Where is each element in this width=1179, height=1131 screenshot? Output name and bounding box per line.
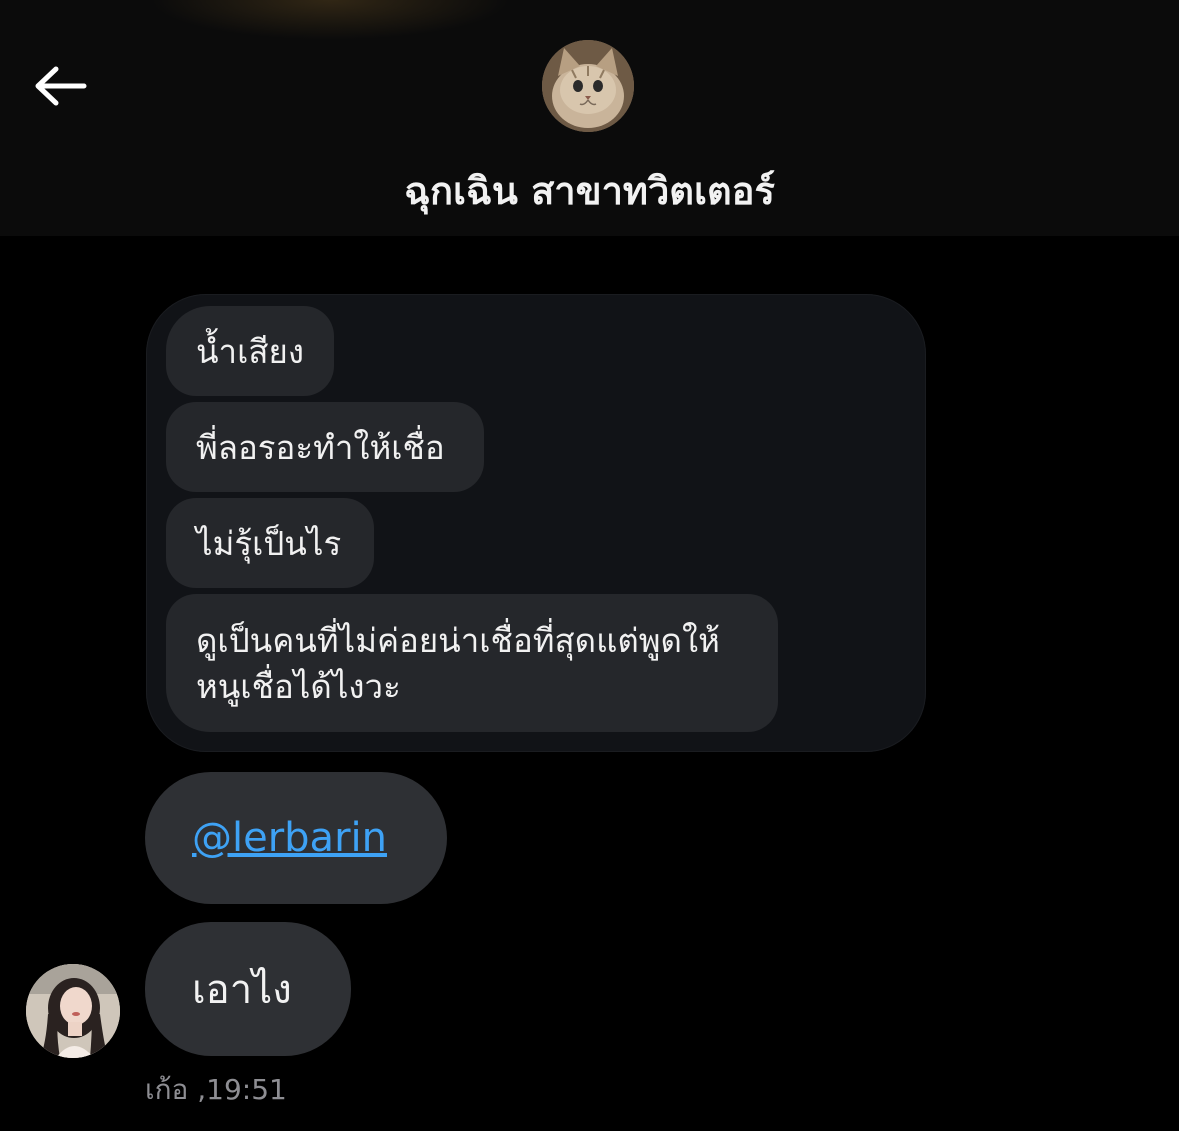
quoted-message-text-line: ดูเป็นคนที่ไม่ค่อยน่าเชื่อที่สุดแต่พูดให…: [196, 621, 720, 660]
quoted-message: ดูเป็นคนที่ไม่ค่อยน่าเชื่อที่สุดแต่พูดให…: [166, 594, 778, 732]
header-background-blur: [150, 0, 510, 40]
back-button[interactable]: [28, 56, 92, 116]
quoted-message-text: พี่ลอรอะทำให้เชื่อ: [196, 427, 445, 467]
cat-avatar[interactable]: [542, 40, 634, 132]
message-bubble-mention[interactable]: @lerbarin: [145, 772, 447, 904]
quoted-message: พี่ลอรอะทำให้เชื่อ: [166, 402, 484, 492]
message-bubble[interactable]: เอาไง: [145, 922, 351, 1056]
chat-header: ฉุกเฉิน สาขาทวิตเตอร์: [0, 0, 1179, 236]
arrow-left-icon: [35, 66, 87, 106]
quoted-message-text-line: หนูเชื่อได้ไงวะ: [196, 667, 401, 706]
message-text: เอาไง: [192, 967, 292, 1013]
chat-title: ฉุกเฉิน สาขาทวิตเตอร์: [404, 169, 775, 213]
message-timestamp: เก้อ ,19:51: [145, 1073, 287, 1106]
quoted-message: น้ำเสียง: [166, 306, 334, 396]
quoted-message-text: น้ำเสียง: [196, 331, 304, 371]
quoted-message: ไม่รุ้เป็นไร: [166, 498, 374, 588]
user-avatar[interactable]: [26, 964, 120, 1058]
quoted-message-text: ไม่รุ้เป็นไร: [196, 523, 342, 563]
mention-link[interactable]: @lerbarin: [192, 815, 387, 861]
